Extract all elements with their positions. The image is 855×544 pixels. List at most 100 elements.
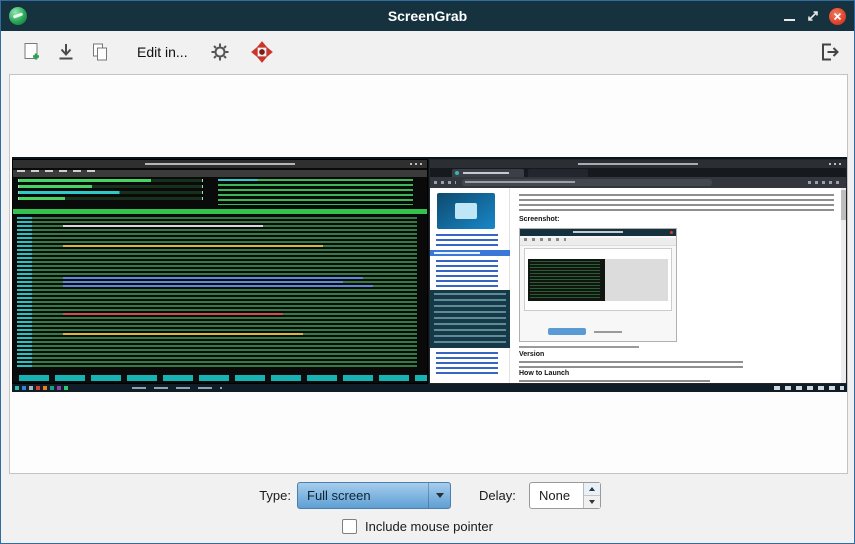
titlebar: ScreenGrab: [1, 1, 854, 31]
browser-active-tab: [452, 169, 524, 177]
sidebar-expanded-section: [430, 290, 510, 348]
screengrab-window: ScreenGrab: [0, 0, 855, 544]
htop-column-header: [13, 209, 427, 214]
embedded-combobox: [548, 328, 586, 335]
page-main-column: Screenshot: Version: [511, 188, 840, 383]
page-heading-screenshot: Screenshot:: [519, 216, 559, 224]
page-sidebar: [430, 188, 510, 383]
browser-scrollbar-thumb: [841, 190, 846, 220]
delay-spinbox[interactable]: None: [529, 482, 601, 509]
sidebar-links: [436, 234, 498, 247]
browser-nav-buttons: [434, 181, 456, 184]
window-controls: [783, 1, 846, 31]
save-button[interactable]: [53, 39, 79, 65]
htop-function-key-bar: [13, 375, 427, 381]
edit-in-button[interactable]: Edit in...: [131, 31, 194, 73]
captured-terminal-window: [12, 159, 428, 384]
delay-spinbox-value: None: [539, 488, 570, 503]
include-pointer-label: Include mouse pointer: [365, 519, 493, 534]
taskbar-icon: [36, 386, 40, 390]
chevron-up-icon: [589, 487, 595, 491]
new-screenshot-button[interactable]: [19, 39, 45, 65]
terminal-menu-items: [17, 170, 101, 172]
taskbar-icon: [57, 386, 61, 390]
taskbar-icon: [50, 386, 54, 390]
captured-taskbar: [12, 384, 847, 392]
terminal-text-line: [63, 313, 283, 315]
cpu-meter: [18, 179, 203, 182]
spin-up-button[interactable]: [584, 483, 600, 496]
terminal-text-line: [63, 245, 323, 247]
paragraph-text: [519, 361, 743, 368]
terminal-text-line: [63, 333, 303, 335]
swap-meter: [18, 197, 203, 200]
screenshot-preview: Screenshot: Version: [12, 157, 847, 392]
exit-icon: [818, 41, 840, 63]
embedded-toolbar: [520, 238, 676, 246]
maximize-icon: [806, 9, 820, 23]
terminal-text-line: [63, 225, 263, 227]
captured-browser-window: Screenshot: Version: [429, 159, 847, 384]
terminal-text-line: [63, 281, 343, 283]
chevron-down-icon: [589, 500, 595, 504]
type-combobox[interactable]: Full screen: [297, 482, 451, 509]
embedded-titlebar: [520, 229, 676, 236]
sidebar-links: [436, 260, 498, 288]
gear-icon: [209, 41, 231, 63]
image-caption-line: [519, 346, 639, 348]
browser-urlbar: [462, 179, 712, 186]
upload-icon: [249, 39, 275, 65]
manual-logo-image: [437, 193, 495, 229]
taskbar-icon: [64, 386, 68, 390]
terminal-text-line: [63, 285, 373, 287]
terminal-titlebar: [13, 160, 427, 168]
copy-icon: [89, 41, 111, 63]
htop-stats-text: [218, 179, 413, 205]
close-icon: [833, 12, 842, 21]
chevron-down-icon: [436, 493, 444, 498]
type-combobox-dropdown[interactable]: [428, 483, 450, 508]
quit-button[interactable]: [816, 39, 842, 65]
browser-navbar: [430, 177, 846, 188]
taskbar-tray-and-clock: [774, 386, 844, 390]
spin-down-button[interactable]: [584, 496, 600, 508]
close-button[interactable]: [829, 8, 846, 25]
embedded-thumbnail: [528, 259, 668, 301]
browser-tabbar: [430, 168, 846, 177]
copy-button[interactable]: [87, 39, 113, 65]
sidebar-links: [436, 352, 498, 376]
maximize-button[interactable]: [806, 9, 820, 23]
process-rows-texture: [17, 217, 417, 367]
htop-uptime-text: [218, 179, 258, 181]
htop-cpu-meters: [18, 179, 203, 200]
browser-title-text: [578, 163, 698, 165]
taskbar-icon: [43, 386, 47, 390]
sidebar-selected-item: [430, 250, 510, 256]
browser-titlebar: [430, 160, 846, 168]
terminal-window-buttons: [410, 163, 424, 165]
embedded-label: [594, 331, 622, 333]
window-title: ScreenGrab: [1, 1, 854, 31]
embedded-preview: [524, 248, 672, 311]
upload-button[interactable]: [247, 39, 277, 65]
browser-window-buttons: [829, 163, 843, 165]
delay-label: Delay:: [479, 488, 516, 503]
taskbar-icon: [22, 386, 26, 390]
taskbar-icon: [29, 386, 33, 390]
browser-tab: [528, 169, 588, 177]
browser-page-content: Screenshot: Version: [430, 188, 846, 383]
type-label: Type:: [249, 488, 291, 503]
include-pointer-checkbox[interactable]: [342, 519, 357, 534]
pid-column-texture: [17, 217, 32, 367]
browser-scrollbar: [841, 188, 846, 383]
memory-meter: [18, 191, 203, 194]
browser-toolbar-icons: [808, 181, 842, 184]
taskbar-task-buttons: [132, 387, 222, 389]
new-screenshot-icon: [21, 41, 43, 63]
embedded-screengrab-image: [519, 228, 677, 342]
terminal-title-text: [145, 163, 295, 165]
options-button[interactable]: [207, 39, 233, 65]
minimize-button[interactable]: [783, 9, 797, 23]
page-heading-version: Version: [519, 351, 544, 359]
terminal-text-line: [63, 277, 363, 279]
